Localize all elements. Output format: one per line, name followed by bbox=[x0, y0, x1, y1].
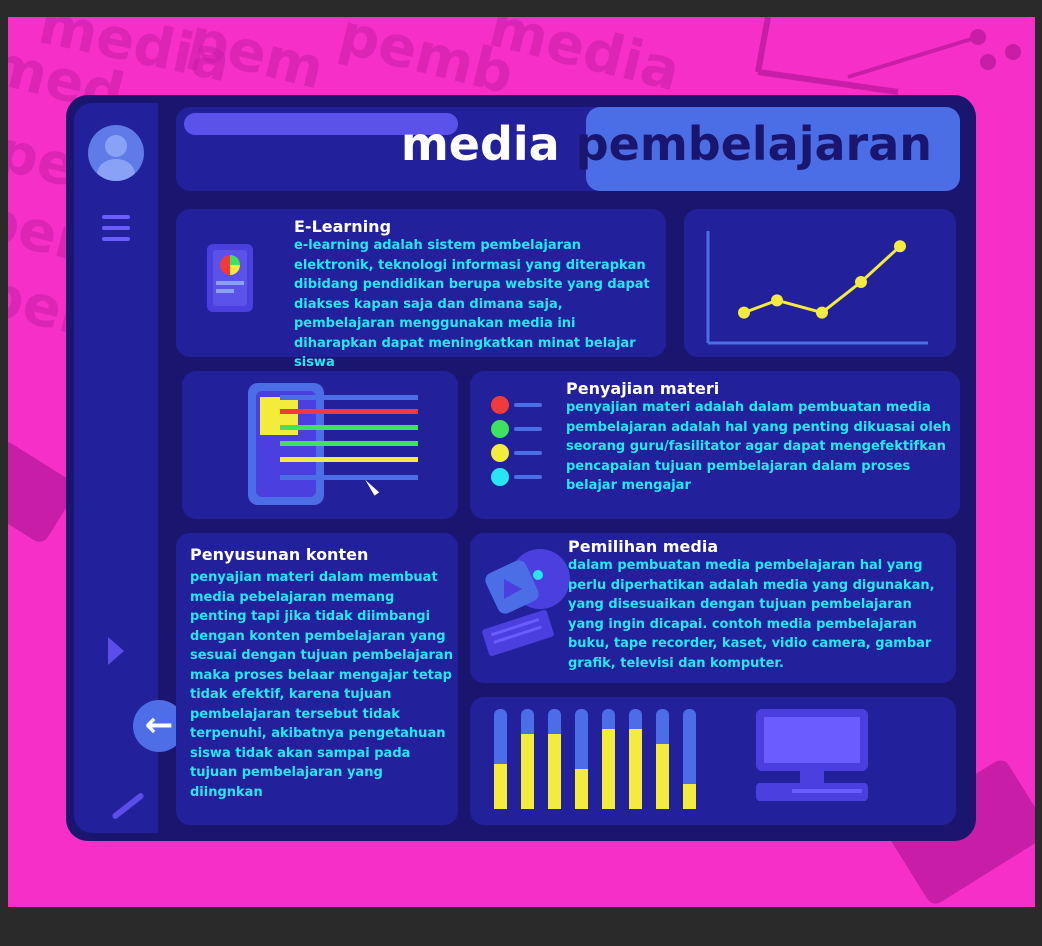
card-pemilihan: Pemilihan media dalam pembuatan media pe… bbox=[470, 533, 956, 683]
page-title-word2: pembelajaran bbox=[575, 117, 932, 171]
list-dot bbox=[491, 396, 509, 414]
header-bar: media pembelajaran bbox=[176, 107, 960, 191]
tablet-chart-icon bbox=[207, 244, 253, 312]
computer-icon bbox=[756, 709, 868, 801]
stats-card bbox=[470, 697, 956, 825]
page-title: media pembelajaran bbox=[401, 117, 932, 171]
bar-fill bbox=[602, 729, 615, 809]
list-line bbox=[514, 451, 542, 455]
bar-fill bbox=[548, 734, 561, 809]
bar-fill bbox=[629, 729, 642, 809]
media-items-icon bbox=[482, 549, 570, 657]
bar-level-graphic bbox=[494, 709, 696, 809]
page-title-word1: media bbox=[400, 117, 560, 171]
list-dot bbox=[491, 444, 509, 462]
bar-fill bbox=[521, 734, 534, 809]
chart-line bbox=[743, 245, 902, 315]
document-illustration-card bbox=[182, 371, 458, 519]
list-line bbox=[514, 427, 542, 431]
chart-point bbox=[771, 294, 783, 307]
card-penyusunan: Penyusunan konten penyajian materi dalam… bbox=[176, 533, 458, 825]
chart-point bbox=[855, 276, 867, 288]
list-line bbox=[514, 403, 542, 407]
chart-point bbox=[816, 306, 828, 319]
line-chart-card bbox=[684, 209, 956, 357]
card-title: Penyajian materi bbox=[566, 379, 720, 398]
document-list-icon bbox=[248, 383, 418, 505]
card-title: E-Learning bbox=[294, 217, 392, 236]
card-title: Pemilihan media bbox=[568, 537, 719, 556]
card-body: e-learning adalah sistem pembelajaran el… bbox=[294, 238, 650, 370]
card-elearning: E-Learning e-learning adalah sistem pemb… bbox=[176, 209, 666, 370]
bar-fill bbox=[656, 744, 669, 809]
list-dot bbox=[491, 468, 509, 486]
chart-point bbox=[894, 240, 906, 253]
chart-point bbox=[738, 306, 750, 319]
watermark-text: media bbox=[483, 17, 687, 105]
page-background: media pem pemb media med pe pemb pem ← m… bbox=[8, 17, 1035, 907]
menu-icon[interactable] bbox=[102, 215, 130, 248]
pen-icon[interactable] bbox=[111, 791, 145, 821]
bar-fill bbox=[683, 784, 696, 809]
avatar-icon[interactable] bbox=[88, 125, 144, 181]
list-line bbox=[514, 475, 542, 479]
app-frame: ← media pembelajaran E-Learning e-learni… bbox=[66, 95, 976, 841]
bar-fill bbox=[494, 764, 507, 809]
card-penyajian: Penyajian materi penyajian materi adalah… bbox=[470, 371, 960, 519]
play-icon[interactable] bbox=[108, 637, 124, 665]
colored-list-icon bbox=[491, 396, 542, 486]
bar-fill bbox=[575, 769, 588, 809]
line-chart bbox=[706, 231, 928, 345]
card-body: dalam pembuatan media pembelajaran hal y… bbox=[568, 558, 935, 671]
card-body: penyajian materi adalah dalam pembuatan … bbox=[566, 400, 951, 493]
list-dot bbox=[491, 420, 509, 438]
card-body: penyajian materi dalam membuat media peb… bbox=[190, 570, 453, 800]
card-title: Penyusunan konten bbox=[190, 545, 369, 564]
